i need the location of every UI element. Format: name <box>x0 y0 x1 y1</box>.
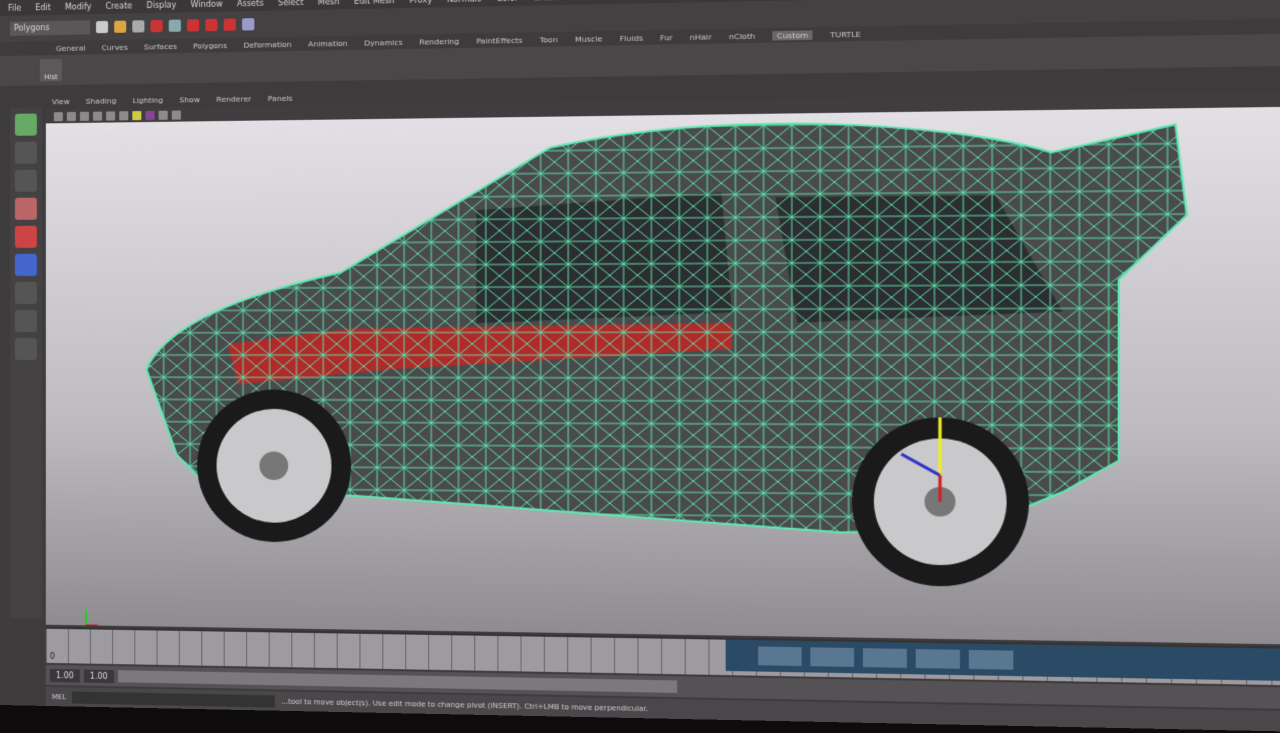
shelf-tab-nhair[interactable]: nHair <box>690 32 712 42</box>
shelf-tab-ncloth[interactable]: nCloth <box>729 31 755 41</box>
shelf-tab-fur[interactable]: Fur <box>660 32 673 42</box>
taskbar-app-button[interactable] <box>810 647 854 667</box>
select-tool-icon[interactable] <box>15 113 37 135</box>
taskbar-app-button[interactable] <box>916 649 960 669</box>
scale-tool-icon[interactable] <box>15 254 37 276</box>
snap-point-icon[interactable] <box>224 18 236 30</box>
grid-icon[interactable] <box>80 111 89 120</box>
shelf-tab-curves[interactable]: Curves <box>102 42 128 52</box>
panel-menu-shading[interactable]: Shading <box>86 96 117 109</box>
layout-single-icon[interactable] <box>15 282 37 304</box>
shelf-tab-surfaces[interactable]: Surfaces <box>144 41 177 51</box>
taskbar-app-button[interactable] <box>969 650 1014 670</box>
timeline-start-label: 0 <box>50 652 55 661</box>
menu-create-uvs[interactable]: Create UVs <box>533 0 580 2</box>
wireframe-icon[interactable] <box>93 111 102 120</box>
shadow-icon[interactable] <box>145 110 154 119</box>
shelf-tab-rendering[interactable]: Rendering <box>419 36 459 46</box>
menu-proxy[interactable]: Proxy <box>409 0 432 4</box>
paint-select-icon[interactable] <box>15 170 37 192</box>
xray-icon[interactable] <box>172 110 181 119</box>
shelf-tab-general[interactable]: General <box>56 43 86 53</box>
menu-set-dropdown[interactable]: Polygons <box>10 20 90 36</box>
shelf-tab-toon[interactable]: Toon <box>540 34 558 44</box>
snap-grid-icon[interactable] <box>187 19 199 31</box>
menu-window[interactable]: Window <box>191 0 223 9</box>
menu-color[interactable]: Color <box>496 0 518 3</box>
perspective-viewport[interactable] <box>46 106 1280 645</box>
save-scene-icon[interactable] <box>132 20 144 32</box>
new-scene-icon[interactable] <box>96 21 108 33</box>
camera-icon[interactable] <box>54 112 63 121</box>
menu-mesh[interactable]: Mesh <box>318 0 340 6</box>
taskbar-app-button[interactable] <box>863 648 907 668</box>
panel-menu-show[interactable]: Show <box>179 95 200 107</box>
hist-button[interactable]: Hist <box>40 59 62 81</box>
lasso-tool-icon[interactable] <box>15 142 37 164</box>
history-icon[interactable] <box>242 18 254 30</box>
car-wireframe-model <box>46 106 1280 645</box>
select-by-hierarchy-icon[interactable] <box>150 20 162 32</box>
help-line: ...tool to move object(s). Use edit mode… <box>281 698 648 714</box>
shelf-tab-painteffects[interactable]: PaintEffects <box>476 35 522 45</box>
bookmark-icon[interactable] <box>67 111 76 120</box>
layout-persp-icon[interactable] <box>15 338 37 360</box>
menu-modify[interactable]: Modify <box>65 2 92 12</box>
shelf-tab-turtle[interactable]: TURTLE <box>830 29 861 39</box>
menu-select[interactable]: Select <box>278 0 303 7</box>
snap-curve-icon[interactable] <box>205 19 217 31</box>
smooth-shade-icon[interactable] <box>106 111 115 120</box>
range-start-field[interactable]: 1.00 <box>50 668 80 682</box>
menu-display[interactable]: Display <box>146 0 176 10</box>
isolate-icon[interactable] <box>159 110 168 119</box>
panel-menu-renderer[interactable]: Renderer <box>216 94 251 107</box>
shelf-tab-deformation[interactable]: Deformation <box>244 39 292 49</box>
texture-icon[interactable] <box>119 111 128 120</box>
maya-window: File Edit Modify Create Display Window Assets S… <box>0 0 1280 733</box>
rotate-tool-icon[interactable] <box>15 226 37 248</box>
menu-assets[interactable]: Assets <box>237 0 264 8</box>
toolbox <box>10 107 42 618</box>
mel-label: MEL <box>52 693 66 701</box>
menu-edit-mesh[interactable]: Edit Mesh <box>354 0 395 5</box>
select-by-object-icon[interactable] <box>169 20 181 32</box>
shelf-tab-polygons[interactable]: Polygons <box>193 40 227 50</box>
mel-input[interactable] <box>72 691 275 707</box>
current-frame-field[interactable]: 1.00 <box>84 669 114 683</box>
menu-edit[interactable]: Edit <box>35 2 50 11</box>
menu-normals[interactable]: Normals <box>447 0 482 4</box>
panel-menu-panels[interactable]: Panels <box>268 94 293 107</box>
shelf-tab-custom[interactable]: Custom <box>773 30 813 40</box>
light-icon[interactable] <box>132 111 141 120</box>
front-wheel <box>197 389 351 542</box>
shelf-tab-fluids[interactable]: Fluids <box>619 33 642 43</box>
menu-edit-uvs[interactable]: Edit UVs <box>595 0 631 1</box>
layout-four-icon[interactable] <box>15 310 37 332</box>
axis-indicator-icon <box>86 610 98 625</box>
shelf-tab-muscle[interactable]: Muscle <box>575 34 603 44</box>
move-tool-icon[interactable] <box>15 198 37 220</box>
taskbar-app-button[interactable] <box>758 646 801 666</box>
menu-file[interactable]: File <box>8 3 21 12</box>
menu-create[interactable]: Create <box>105 1 132 11</box>
shelf-tab-dynamics[interactable]: Dynamics <box>364 37 402 47</box>
open-scene-icon[interactable] <box>114 21 126 33</box>
panel-menu-view[interactable]: View <box>52 97 70 109</box>
panel-menu-lighting[interactable]: Lighting <box>133 96 164 109</box>
shelf-tab-animation[interactable]: Animation <box>308 38 348 48</box>
